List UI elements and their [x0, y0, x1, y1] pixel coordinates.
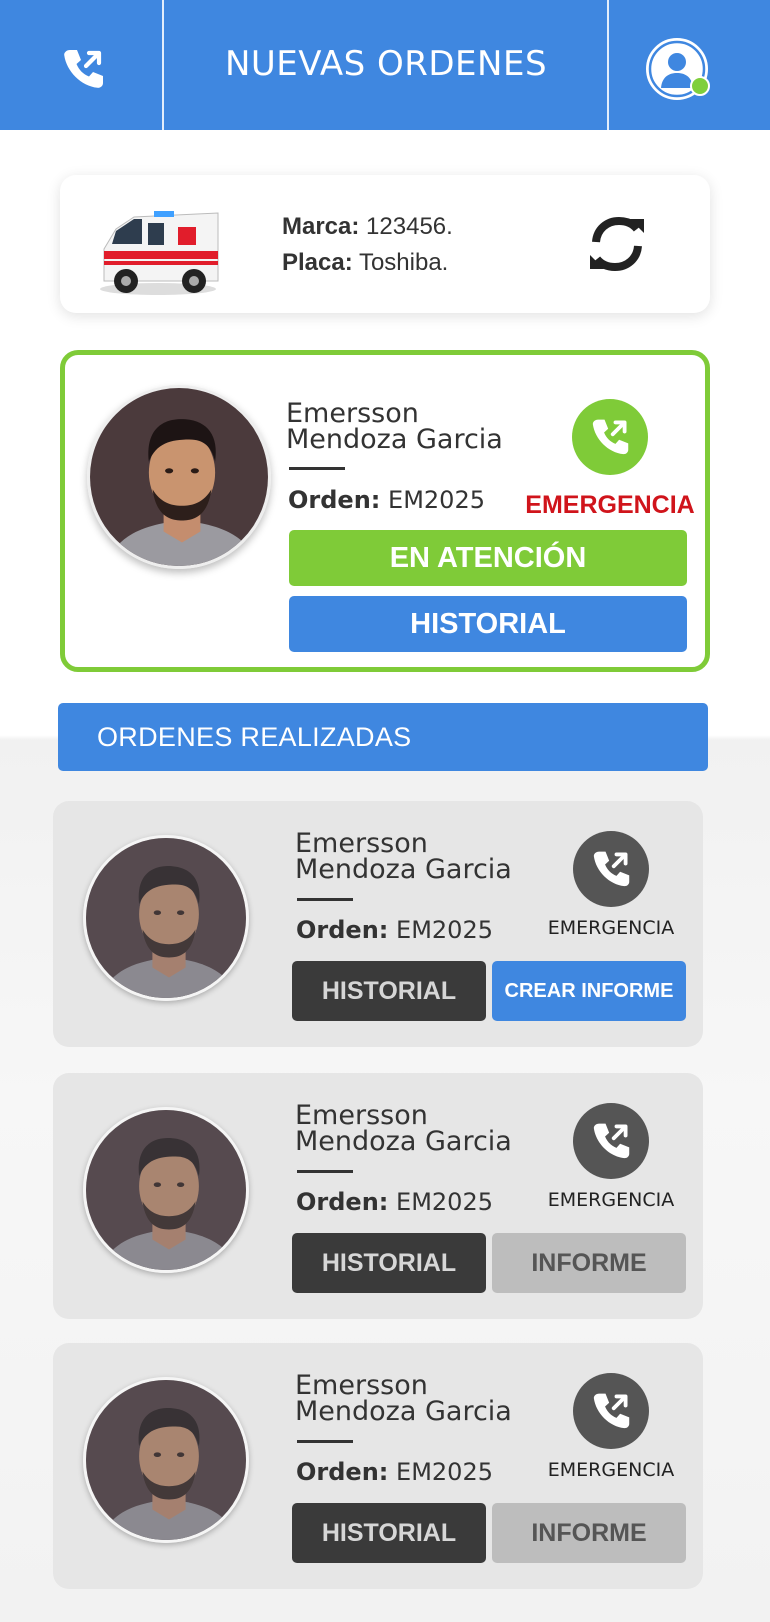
page-title: NUEVAS ORDENES	[224, 44, 548, 84]
patient-avatar	[83, 835, 249, 1001]
completed-order-card[interactable]: Emersson Mendoza Garcia Orden: EM2025 EM…	[53, 1343, 703, 1589]
emergency-call-icon	[573, 1373, 649, 1449]
vehicle-info: Marca: 123456. Placa: Toshiba.	[282, 209, 453, 281]
emergency-label: EMERGENCIA	[547, 1459, 675, 1481]
order-number: Orden: EM2025	[296, 1458, 493, 1486]
informe-button-disabled: INFORME	[492, 1503, 686, 1563]
emergency-call-icon	[573, 831, 649, 907]
marca-label: Marca:	[282, 213, 360, 240]
name-underline	[289, 467, 345, 470]
order-number: Orden: EM2025	[296, 916, 493, 944]
app-header: NUEVAS ORDENES	[0, 0, 770, 130]
name-underline	[297, 1170, 353, 1173]
placa-label: Placa:	[282, 249, 353, 276]
emergency-label: EMERGENCIA	[547, 1189, 675, 1211]
patient-avatar	[87, 385, 271, 569]
patient-name: Emersson Mendoza Garcia	[295, 828, 512, 885]
patient-name: Emersson Mendoza Garcia	[295, 1100, 512, 1157]
order-number: Orden: EM2025	[296, 1188, 493, 1216]
section-header: ORDENES REALIZADAS	[58, 703, 708, 771]
crear-informe-button[interactable]: CREAR INFORME	[492, 961, 686, 1021]
historial-button[interactable]: HISTORIAL	[289, 596, 687, 652]
refresh-icon[interactable]	[582, 209, 652, 279]
emergency-label: EMERGENCIA	[525, 491, 695, 519]
header-divider	[607, 0, 609, 130]
historial-button[interactable]: HISTORIAL	[292, 1503, 486, 1563]
name-underline	[297, 1440, 353, 1443]
informe-button-disabled: INFORME	[492, 1233, 686, 1293]
historial-button[interactable]: HISTORIAL	[292, 961, 486, 1021]
marca-value: 123456.	[366, 213, 453, 240]
historial-button[interactable]: HISTORIAL	[292, 1233, 486, 1293]
active-order-card[interactable]: Emersson Mendoza Garcia Orden: EM2025 EM…	[60, 350, 710, 672]
placa-value: Toshiba.	[358, 249, 449, 276]
order-number: Orden: EM2025	[288, 486, 485, 514]
online-status-dot	[690, 76, 710, 96]
patient-avatar	[83, 1377, 249, 1543]
emergency-call-icon	[572, 399, 648, 475]
completed-order-card[interactable]: Emersson Mendoza Garcia Orden: EM2025 EM…	[53, 1073, 703, 1319]
ambulance-image	[100, 211, 219, 295]
vehicle-card: Marca: 123456. Placa: Toshiba.	[60, 175, 710, 313]
section-title: ORDENES REALIZADAS	[97, 722, 412, 752]
phone-outgoing-icon[interactable]	[58, 44, 108, 94]
completed-order-card[interactable]: Emersson Mendoza Garcia Orden: EM2025 EM…	[53, 801, 703, 1047]
patient-name: Emersson Mendoza Garcia	[286, 398, 503, 455]
emergency-label: EMERGENCIA	[547, 917, 675, 939]
patient-avatar	[83, 1107, 249, 1273]
name-underline	[297, 898, 353, 901]
en-atencion-button[interactable]: EN ATENCIÓN	[289, 530, 687, 586]
patient-name: Emersson Mendoza Garcia	[295, 1370, 512, 1427]
emergency-call-icon	[573, 1103, 649, 1179]
